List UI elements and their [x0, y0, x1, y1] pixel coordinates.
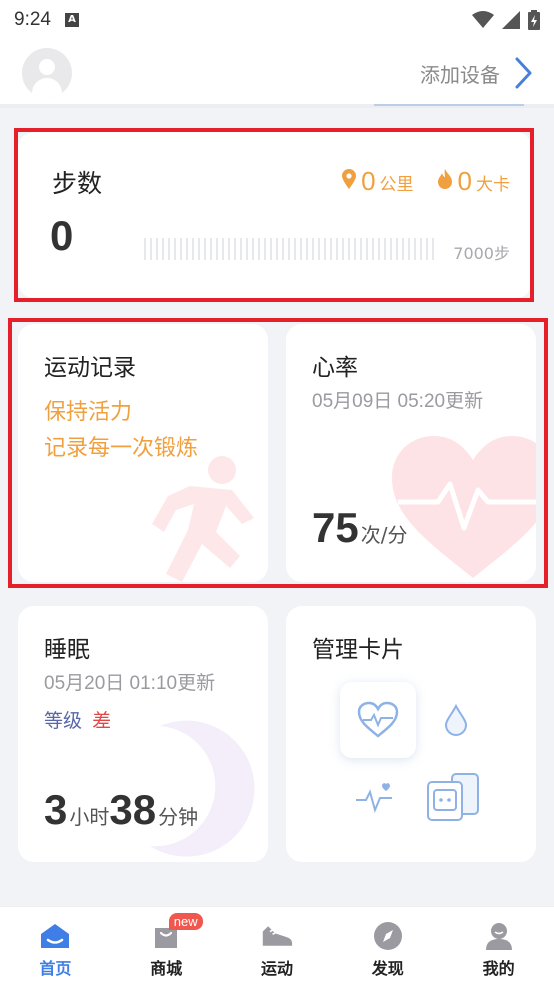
steps-stats: 0 公里 0 大卡 — [341, 166, 510, 197]
heart-rate-reading: 75 次/分 — [312, 504, 407, 552]
manage-cards-title: 管理卡片 — [312, 637, 404, 663]
status-time: 9:24 — [14, 9, 51, 30]
exercise-card[interactable]: 运动记录 保持活力 记录每一次锻炼 — [18, 324, 268, 582]
heart-rate-title: 心率 — [312, 355, 358, 381]
calories-stat: 0 大卡 — [436, 166, 510, 197]
add-device-button[interactable]: 添加设备 — [420, 57, 532, 89]
heart-rate-updated: 05月09日 05:20更新 — [312, 391, 484, 412]
sleep-level: 等级 差 — [44, 706, 111, 733]
add-device-label: 添加设备 — [420, 62, 500, 87]
bottom-tab-bar: 首页 new 商城 运动 发现 我的 — [0, 906, 554, 984]
sleep-level-label: 等级 — [44, 710, 83, 732]
manage-cards-card[interactable]: 管理卡片 — [286, 606, 536, 862]
tab-profile[interactable]: 我的 — [443, 907, 554, 984]
profile-icon — [483, 921, 515, 951]
tab-shop[interactable]: new 商城 — [111, 907, 222, 984]
tab-profile-label: 我的 — [482, 959, 515, 978]
steps-value: 0 — [50, 212, 74, 259]
sleep-level-value: 差 — [92, 710, 112, 732]
distance-value: 0 — [361, 166, 376, 196]
location-pin-icon — [342, 169, 357, 189]
sleep-title: 睡眠 — [44, 637, 90, 663]
devices-icon — [427, 773, 479, 821]
notification-a-icon: A — [64, 13, 79, 27]
sleep-hours-value: 3 — [44, 786, 68, 833]
scrolled-content-peek — [0, 104, 554, 108]
tab-sport-label: 运动 — [260, 959, 293, 978]
home-icon — [39, 921, 71, 951]
status-icons — [472, 10, 540, 30]
avatar[interactable] — [22, 48, 72, 98]
compass-icon — [372, 921, 404, 951]
wifi-icon — [472, 11, 494, 28]
tab-discover-label: 发现 — [371, 959, 404, 978]
steps-card[interactable]: 步数 0 0 公里 0 大卡 7000步 — [18, 132, 532, 298]
heart-pulse-icon — [392, 436, 536, 578]
steps-progress-bar — [144, 238, 436, 260]
header: 添加设备 — [0, 40, 554, 106]
sleep-hours-unit: 小时 — [69, 805, 110, 829]
tab-home[interactable]: 首页 — [0, 907, 111, 984]
runner-icon — [152, 456, 254, 582]
new-badge: new — [168, 913, 203, 930]
tab-shop-label: 商城 — [150, 959, 183, 978]
water-drop-icon — [444, 704, 468, 736]
tab-home-label: 首页 — [39, 959, 72, 978]
sleep-card[interactable]: 睡眠 05月20日 01:10更新 等级 差 3 小时 38 分钟 — [18, 606, 268, 862]
sleep-duration: 3 小时 38 分钟 — [44, 786, 198, 834]
pulse-heart-icon — [356, 783, 392, 814]
status-bar: 9:24 A — [0, 0, 554, 40]
heart-rate-card[interactable]: 心率 05月09日 05:20更新 75 次/分 — [286, 324, 536, 582]
steps-title: 步数 — [52, 169, 103, 198]
steps-goal: 7000步 — [453, 244, 510, 263]
distance-unit: 公里 — [379, 175, 414, 195]
manage-heart-tile — [340, 682, 416, 758]
tab-sport[interactable]: 运动 — [222, 907, 333, 984]
sleep-minutes-unit: 分钟 — [158, 805, 199, 829]
exercise-title: 运动记录 — [44, 355, 136, 381]
heart-rate-value: 75 — [312, 504, 359, 551]
heart-rate-unit: 次/分 — [360, 523, 408, 547]
exercise-line1: 保持活力 — [44, 400, 133, 425]
chevron-right-icon — [515, 57, 532, 89]
sleep-updated: 05月20日 01:10更新 — [44, 673, 216, 694]
signal-icon — [502, 11, 520, 29]
battery-icon — [528, 10, 540, 30]
calories-value: 0 — [457, 166, 472, 196]
distance-stat: 0 公里 — [341, 166, 414, 197]
sleep-minutes-value: 38 — [109, 786, 157, 833]
flame-icon — [437, 169, 452, 189]
calories-unit: 大卡 — [476, 175, 510, 195]
tab-discover[interactable]: 发现 — [332, 907, 443, 984]
shoe-icon — [261, 921, 293, 951]
heart-rate-outline-icon — [357, 701, 399, 738]
